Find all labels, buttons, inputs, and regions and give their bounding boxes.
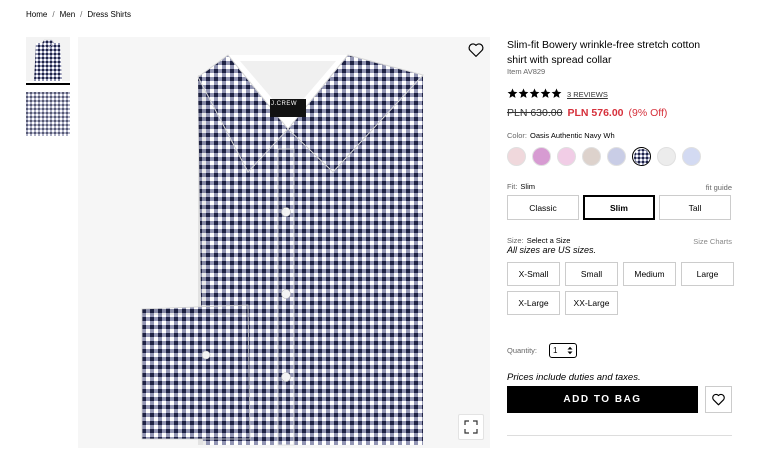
select-arrows-icon: [567, 346, 573, 355]
quantity-value: 1: [553, 346, 558, 355]
size-option-large[interactable]: Large: [681, 262, 734, 286]
color-swatch[interactable]: [507, 147, 526, 166]
breadcrumb-separator: /: [52, 10, 55, 19]
breadcrumb: Home / Men / Dress Shirts: [26, 10, 131, 19]
size-option-x-large[interactable]: X-Large: [507, 291, 560, 315]
color-swatch[interactable]: [582, 147, 601, 166]
color-label: Color:: [507, 131, 528, 140]
heart-icon: [712, 393, 725, 406]
size-option-x-small[interactable]: X-Small: [507, 262, 560, 286]
price-block: PLN 630.00 PLN 576.00 (9% Off): [507, 107, 667, 119]
rating-stars: [507, 88, 563, 99]
duties-note: Prices include duties and taxes.: [507, 372, 641, 383]
fit-options: Classic Slim Tall: [507, 195, 731, 220]
size-options: X-Small Small Medium Large X-Large XX-La…: [507, 262, 734, 315]
size-value: Select a Size: [526, 236, 571, 245]
color-swatch[interactable]: [682, 147, 701, 166]
color-swatch[interactable]: [532, 147, 551, 166]
gallery-thumbnail-1[interactable]: [26, 37, 70, 81]
size-note: All sizes are US sizes.: [507, 245, 597, 255]
color-swatch[interactable]: [607, 147, 626, 166]
main-product-image[interactable]: [78, 37, 490, 448]
divider: [507, 435, 732, 436]
wishlist-heart-icon[interactable]: [467, 41, 485, 59]
sale-price: PLN 576.00: [567, 107, 624, 119]
size-label: Size:: [507, 236, 524, 245]
size-option-xx-large[interactable]: XX-Large: [565, 291, 618, 315]
fit-option-tall[interactable]: Tall: [659, 195, 731, 220]
wishlist-button[interactable]: [705, 386, 732, 413]
gallery-thumbnail-2[interactable]: [26, 92, 70, 136]
fit-option-classic[interactable]: Classic: [507, 195, 579, 220]
product-title: Slim-fit Bowery wrinkle-free stretch cot…: [507, 39, 701, 66]
fit-option-slim[interactable]: Slim: [583, 195, 655, 220]
breadcrumb-separator: /: [80, 10, 83, 19]
fit-guide-link[interactable]: fit guide: [706, 183, 732, 192]
expand-icon: [464, 420, 478, 434]
breadcrumb-men[interactable]: Men: [60, 10, 76, 19]
color-swatch[interactable]: [657, 147, 676, 166]
active-thumbnail-indicator: [26, 83, 70, 85]
color-swatch[interactable]: [557, 147, 576, 166]
brand-label: J.CREW: [271, 101, 297, 107]
size-label-row: Size: Select a Size: [507, 236, 570, 245]
item-number: Item AV829: [507, 67, 546, 76]
size-charts-link[interactable]: Size Charts: [693, 237, 732, 246]
color-value: Oasis Authentic Navy Wh: [530, 131, 615, 140]
breadcrumb-dress-shirts[interactable]: Dress Shirts: [87, 10, 131, 19]
discount-label: (9% Off): [628, 107, 668, 119]
add-to-bag-button[interactable]: ADD TO BAG: [507, 386, 698, 413]
star-icons: [507, 88, 562, 98]
size-option-medium[interactable]: Medium: [623, 262, 676, 286]
quantity-select[interactable]: 1: [549, 343, 577, 358]
size-option-small[interactable]: Small: [565, 262, 618, 286]
original-price: PLN 630.00: [507, 107, 563, 119]
fit-label: Fit:: [507, 182, 518, 191]
fit-value: Slim: [520, 182, 536, 191]
color-swatch-selected[interactable]: [632, 147, 651, 166]
reviews-link[interactable]: 3 REVIEWS: [567, 90, 608, 99]
expand-image-button[interactable]: [458, 414, 484, 440]
quantity-label: Quantity:: [507, 346, 538, 355]
color-swatches: [507, 147, 701, 166]
color-label-row: Color: Oasis Authentic Navy Wh: [507, 131, 615, 140]
breadcrumb-home[interactable]: Home: [26, 10, 47, 19]
fit-label-row: Fit: Slim: [507, 182, 535, 191]
